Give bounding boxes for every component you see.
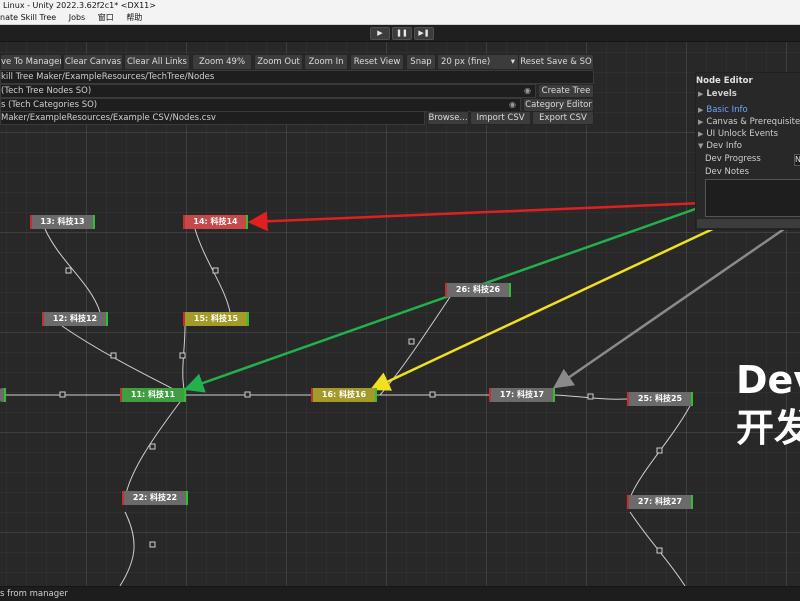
chevron-right-icon: ▶ — [698, 118, 704, 126]
node-editor-panel: Node Editor ▶ Levels ▶ Basic Info ▶ Canvas … — [695, 72, 800, 230]
overlay-caption-line1: Dev — [736, 358, 800, 402]
nodes-so-value: (Tech Tree Nodes SO) — [1, 86, 92, 96]
link-line — [119, 511, 135, 586]
zoom-in-button[interactable]: Zoom In — [304, 54, 348, 70]
play-toolbar: ▶ ❚❚ ▶❚ — [0, 25, 800, 42]
tech-node-27[interactable]: 27: 科技27 — [627, 495, 693, 509]
window-titlebar: Linux - Unity 2022.3.62f2c1* <DX11> — [0, 0, 800, 12]
browse-button[interactable]: Browse... — [427, 111, 469, 125]
link-line — [61, 325, 186, 396]
play-icon: ▶ — [377, 29, 383, 37]
chevron-down-icon: ▾ — [510, 57, 515, 67]
dev-progress-dropdown[interactable]: N — [794, 154, 800, 166]
chevron-down-icon: ▼ — [698, 142, 704, 150]
categories-so-field[interactable]: s (Tech Categories SO) ◉ — [0, 98, 521, 112]
reset-view-button[interactable]: Reset View — [350, 54, 404, 70]
link-handles — [59, 267, 663, 554]
target-icon[interactable]: ◉ — [509, 99, 516, 111]
chevron-right-icon: ▶ — [698, 90, 704, 98]
category-editor-button[interactable]: Category Editor — [523, 98, 594, 112]
chevron-right-icon: ▶ — [698, 106, 704, 114]
step-button[interactable]: ▶❚ — [414, 27, 434, 40]
link-line — [44, 228, 101, 313]
categories-so-value: s (Tech Categories SO) — [1, 100, 98, 110]
pause-icon: ❚❚ — [396, 29, 408, 37]
basic-info-foldout[interactable]: ▶ Basic Info — [698, 105, 748, 115]
tech-node-11[interactable]: 11: 科技11 — [120, 388, 186, 402]
window-title: Linux - Unity 2022.3.62f2c1* <DX11> — [3, 1, 156, 10]
link-line — [182, 325, 186, 396]
dev-progress-label: Dev Progress — [705, 154, 761, 164]
tech-node-22[interactable]: 22: 科技22 — [122, 491, 188, 505]
create-tree-button[interactable]: Create Tree — [538, 84, 594, 98]
menu-window[interactable]: 窗口 — [98, 13, 114, 22]
tech-node-15[interactable]: 15: 科技15 — [183, 312, 249, 326]
target-icon[interactable]: ◉ — [524, 85, 531, 97]
tech-node-17[interactable]: 17: 科技17 — [489, 388, 555, 402]
dev-notes-input[interactable] — [705, 179, 800, 217]
tech-node-16[interactable]: 16: 科技16 — [311, 388, 377, 402]
node-links — [0, 228, 691, 586]
apply-button[interactable] — [696, 218, 800, 229]
export-csv-button[interactable]: Export CSV — [532, 111, 594, 125]
tech-node-25[interactable]: 25: 科技25 — [627, 392, 693, 406]
zoom-level-display: Zoom 49% — [192, 54, 252, 70]
status-text: s from manager — [0, 589, 68, 599]
menu-jobs[interactable]: Jobs — [69, 13, 86, 22]
ui-unlock-foldout[interactable]: ▶ UI Unlock Events — [698, 129, 778, 139]
play-button[interactable]: ▶ — [370, 27, 390, 40]
overlay-caption-line2: 开发 — [736, 406, 800, 450]
save-to-manager-button[interactable]: ve To Manager — [0, 54, 62, 70]
snap-toggle[interactable]: Snap — [406, 54, 436, 70]
menu-skill-tree[interactable]: nate Skill Tree — [0, 13, 56, 22]
tree-path-value: kill Tree Maker/ExampleResources/TechTre… — [1, 72, 215, 82]
link-line — [124, 401, 181, 499]
csv-path-value: Maker/ExampleResources/Example CSV/Nodes… — [1, 113, 216, 123]
node-editor-title: Node Editor — [696, 76, 753, 86]
step-icon: ▶❚ — [418, 29, 430, 37]
snap-size-dropdown[interactable]: 20 px (fine) ▾ — [437, 54, 520, 70]
tech-node-14[interactable]: 14: 科技14 — [183, 215, 248, 229]
levels-foldout[interactable]: ▶ Levels — [698, 89, 737, 99]
import-csv-button[interactable]: Import CSV — [470, 111, 531, 125]
tech-node-13[interactable]: 13: 科技13 — [30, 215, 95, 229]
clear-canvas-button[interactable]: Clear Canvas — [63, 54, 123, 70]
dev-info-foldout[interactable]: ▼ Dev Info — [698, 141, 742, 151]
tech-node-partial[interactable] — [0, 388, 6, 402]
tech-node-12[interactable]: 12: 科技12 — [42, 312, 108, 326]
csv-path-field[interactable]: Maker/ExampleResources/Example CSV/Nodes… — [0, 111, 425, 125]
tree-path-field[interactable]: kill Tree Maker/ExampleResources/TechTre… — [0, 70, 594, 84]
menu-bar: nate Skill Tree Jobs 窗口 帮助 — [0, 12, 800, 25]
menu-help[interactable]: 帮助 — [126, 13, 142, 22]
canvas-prereq-foldout[interactable]: ▶ Canvas & Prerequisites — [698, 117, 800, 127]
pause-button[interactable]: ❚❚ — [392, 27, 412, 40]
snap-size-value: 20 px (fine) — [441, 57, 491, 67]
status-bar: s from manager — [0, 586, 800, 601]
nodes-so-field[interactable]: (Tech Tree Nodes SO) ◉ — [0, 84, 536, 98]
clear-all-links-button[interactable]: Clear All Links — [124, 54, 190, 70]
reset-save-button[interactable]: Reset Save & SO — [518, 54, 594, 70]
dev-notes-label: Dev Notes — [705, 167, 750, 177]
zoom-out-button[interactable]: Zoom Out — [254, 54, 303, 70]
chevron-right-icon: ▶ — [698, 130, 704, 138]
tech-node-26[interactable]: 26: 科技26 — [445, 283, 511, 297]
overlay-caption: Dev 开发 — [736, 356, 800, 452]
